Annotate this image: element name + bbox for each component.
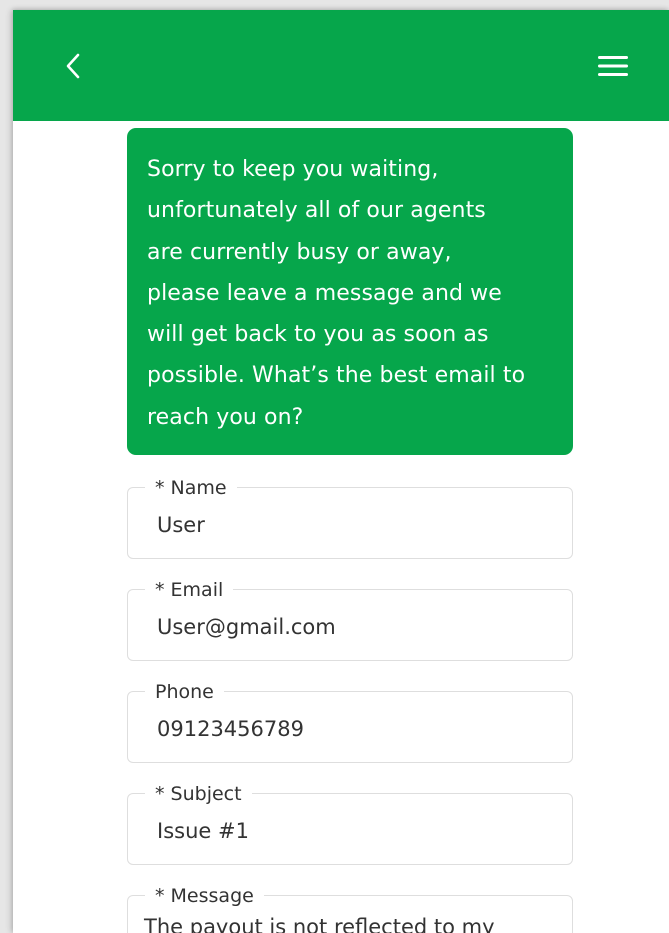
bot-message-line: possible. What’s the best email to — [147, 363, 526, 389]
bot-message-line: please leave a message and we — [147, 280, 502, 306]
bot-message-line: Sorry to keep you waiting, — [147, 157, 439, 182]
subject-label: * Subject — [145, 781, 252, 807]
email-input[interactable] — [157, 612, 557, 642]
phone-label: Phone — [145, 679, 224, 705]
phone-input[interactable] — [157, 714, 557, 744]
name-label: * Name — [145, 475, 237, 501]
chevron-left-icon — [66, 53, 80, 79]
hamburger-menu-icon — [598, 56, 628, 76]
back-button[interactable] — [53, 46, 93, 86]
bot-message-line: unfortunately all of our agents — [147, 198, 486, 224]
app-header — [13, 10, 669, 121]
email-field: * Email — [127, 577, 573, 661]
bot-message-bubble: Sorry to keep you waiting, unfortunately… — [127, 128, 573, 455]
subject-input[interactable] — [157, 816, 557, 846]
email-label: * Email — [145, 577, 234, 603]
subject-field: * Subject — [127, 781, 573, 865]
bot-message-line: reach you on? — [147, 404, 304, 430]
name-field: * Name — [127, 475, 573, 559]
bot-message-line: are currently busy or away, — [147, 239, 452, 265]
chat-window: Sorry to keep you waiting, unfortunately… — [13, 10, 669, 933]
message-field: * Message The payout is not reflected to… — [127, 883, 573, 933]
message-label: * Message — [145, 883, 264, 909]
name-input[interactable] — [157, 510, 557, 540]
bot-message-line: will get back to you as soon as — [147, 322, 489, 348]
message-input[interactable]: The payout is not reflected to my — [144, 912, 544, 933]
phone-field: Phone — [127, 679, 573, 763]
menu-button[interactable] — [593, 46, 633, 86]
